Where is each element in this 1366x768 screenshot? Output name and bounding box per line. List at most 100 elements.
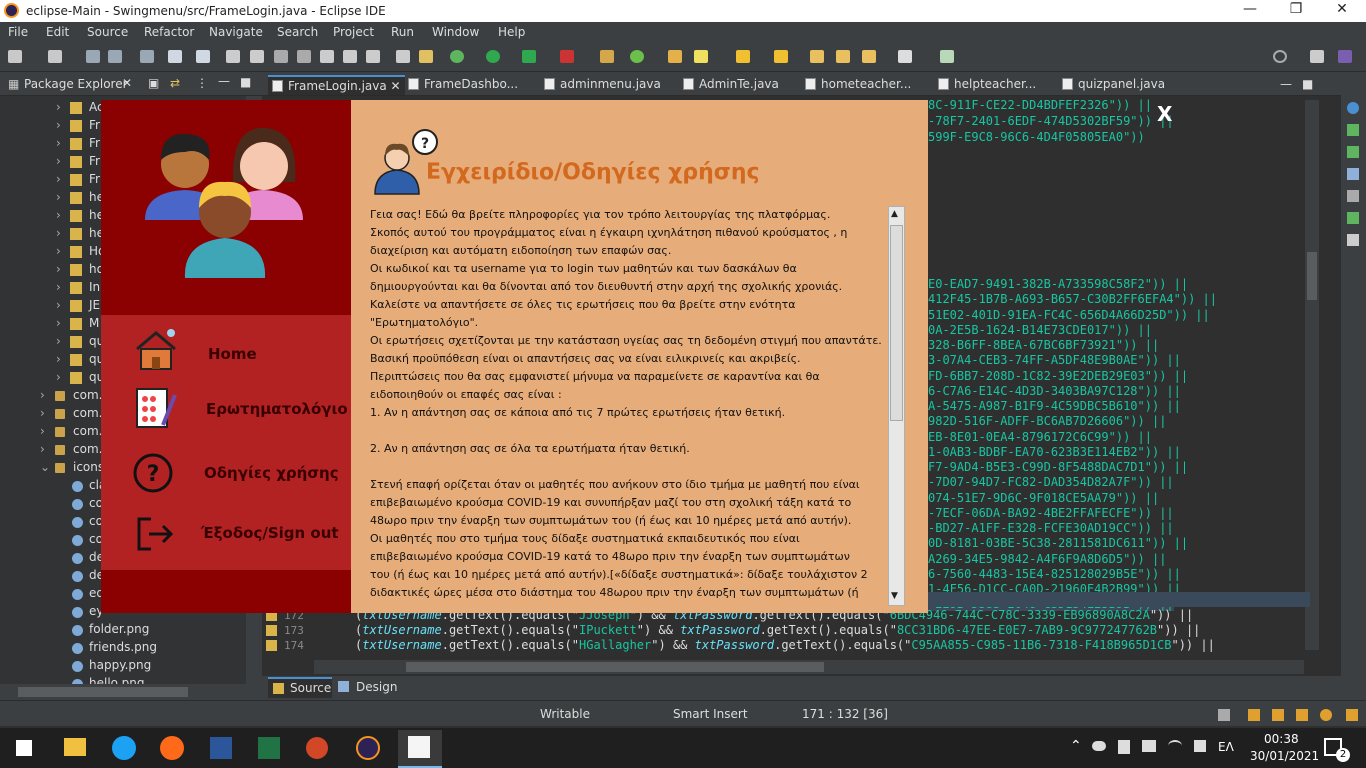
expand-arrow-icon[interactable]: ›: [56, 316, 61, 330]
minimize-view-icon[interactable]: —: [218, 74, 230, 88]
code-line[interactable]: A269-34E5-9842-A4F6F9A8D6D5")) ||: [928, 552, 1166, 566]
suspend-icon[interactable]: [250, 50, 264, 63]
powerpoint-icon[interactable]: [306, 737, 328, 759]
print-icon[interactable]: [140, 50, 154, 63]
tree-item[interactable]: Fr: [89, 136, 100, 150]
tree-icons-folder[interactable]: icons: [73, 460, 104, 474]
step-into-icon[interactable]: [320, 50, 334, 63]
editor-maximize-icon[interactable]: ■: [1302, 77, 1313, 91]
expand-arrow-icon[interactable]: ›: [56, 154, 61, 168]
expand-arrow-icon[interactable]: ›: [56, 280, 61, 294]
edge-icon[interactable]: [112, 736, 136, 760]
collapse-arrow-icon[interactable]: ⌄: [40, 460, 50, 474]
tab-hometeacher[interactable]: hometeacher...: [805, 77, 911, 91]
code-line[interactable]: 6-C7A6-E14C-4D3D-3403BA97C128")) ||: [928, 384, 1181, 398]
editor-minimize-icon[interactable]: —: [1280, 77, 1292, 91]
tree-item[interactable]: Fr: [89, 172, 100, 186]
scrollbar-thumb[interactable]: [1307, 252, 1317, 300]
tab-adminmenu[interactable]: adminmenu.java: [544, 77, 661, 91]
resume-icon[interactable]: [226, 50, 240, 63]
tab-helpteacher[interactable]: helpteacher...: [938, 77, 1036, 91]
debug-icon[interactable]: [450, 50, 464, 63]
code-line[interactable]: 51E02-401D-91EA-FC4C-656D4A66D25D")) ||: [928, 308, 1210, 322]
tree-item[interactable]: Fr: [89, 118, 100, 132]
menu-edit[interactable]: Edit: [46, 25, 69, 39]
tree-item[interactable]: Fr: [89, 154, 100, 168]
firefox-icon[interactable]: [160, 736, 184, 760]
console-view-icon[interactable]: [1347, 212, 1359, 224]
expand-arrow-icon[interactable]: ›: [40, 388, 45, 402]
code-line[interactable]: 3-07A4-CEB3-74FF-A5DF48E9B0AE")) ||: [928, 353, 1181, 367]
drop-frame-icon[interactable]: [396, 50, 410, 63]
code-line[interactable]: 0D-8181-03BE-5C38-2811581DC611")) ||: [928, 536, 1188, 550]
forward-arrow-icon[interactable]: [898, 50, 912, 63]
forward-icon[interactable]: [862, 50, 876, 63]
help-icon[interactable]: [1320, 709, 1332, 721]
code-line[interactable]: -7D07-94D7-FC82-DAD354D82A7F")) ||: [928, 475, 1174, 489]
menu-search[interactable]: Search: [277, 25, 318, 39]
expand-arrow-icon[interactable]: ›: [56, 208, 61, 222]
scrollbar-thumb[interactable]: [890, 225, 903, 421]
maximize-view-icon[interactable]: ■: [240, 75, 251, 89]
wifi-icon[interactable]: [1168, 740, 1182, 752]
console-icon[interactable]: [196, 50, 210, 63]
editor-vertical-scrollbar[interactable]: [1305, 100, 1319, 650]
menu-source[interactable]: Source: [87, 25, 128, 39]
tree-item[interactable]: M: [89, 316, 99, 330]
menu-home[interactable]: Home: [208, 345, 257, 363]
java-perspective-icon[interactable]: [1338, 50, 1352, 63]
code-line[interactable]: 0A-2E5B-1624-B14E73CDE017")) ||: [928, 323, 1152, 337]
expand-arrow-icon[interactable]: ›: [56, 100, 61, 114]
tab-source[interactable]: Source: [268, 677, 332, 698]
tab-adminte[interactable]: AdminTe.java: [683, 77, 779, 91]
menu-help[interactable]: Help: [498, 25, 525, 39]
progress-icon[interactable]: [1347, 234, 1359, 246]
tree-file[interactable]: friends.png: [89, 640, 157, 654]
next-annotation-icon[interactable]: [736, 50, 750, 63]
volume-icon[interactable]: [1194, 740, 1206, 752]
javadoc-icon[interactable]: [1347, 168, 1359, 180]
code-line[interactable]: (txtUsername.getText().equals("HGallaghe…: [355, 638, 1215, 652]
clock-time[interactable]: 00:38: [1264, 732, 1299, 746]
code-line[interactable]: -78F7-2401-6EDF-474D5302BF59")) ||: [928, 114, 1174, 128]
last-edit-icon[interactable]: [810, 50, 824, 63]
menu-instructions[interactable]: Οδηγίες χρήσης: [204, 464, 339, 482]
scroll-up-icon[interactable]: ▲: [891, 209, 898, 219]
expand-arrow-icon[interactable]: ›: [56, 118, 61, 132]
new-package-icon[interactable]: [48, 50, 62, 63]
close-view-icon[interactable]: ✕: [122, 76, 132, 90]
disconnect-icon[interactable]: [297, 50, 311, 63]
open-console-icon[interactable]: [940, 50, 954, 63]
code-line[interactable]: 1-0AB3-BDBF-EA70-623B3E114EB2")) ||: [928, 445, 1181, 459]
expand-arrow-icon[interactable]: ›: [56, 352, 61, 366]
menu-sign-out[interactable]: Έξοδος/Sign out: [201, 524, 339, 542]
save-icon[interactable]: [86, 50, 100, 63]
close-tab-icon[interactable]: ✕: [391, 79, 401, 93]
windows-start-icon[interactable]: [16, 740, 32, 756]
file-explorer-icon[interactable]: [64, 738, 86, 756]
expand-arrow-icon[interactable]: ›: [56, 334, 61, 348]
new-class-icon[interactable]: [630, 50, 644, 63]
menu-refactor[interactable]: Refactor: [144, 25, 194, 39]
instructions-text-area[interactable]: Γεια σας! Εδώ θα βρείτε πληροφορίες για …: [370, 206, 906, 606]
tree-package[interactable]: com.: [73, 442, 102, 456]
usb-icon[interactable]: [1118, 740, 1130, 754]
problems-icon[interactable]: [1347, 146, 1359, 158]
expand-arrow-icon[interactable]: ›: [56, 262, 61, 276]
code-line[interactable]: -7ECF-06DA-BA92-4BE2FFAFECFE")) ||: [928, 506, 1174, 520]
expand-arrow-icon[interactable]: ›: [56, 136, 61, 150]
scrollbar-thumb[interactable]: [18, 687, 188, 697]
external-tools-icon[interactable]: [560, 50, 574, 63]
outline-icon[interactable]: [1347, 102, 1359, 114]
code-line[interactable]: 982D-516F-ADFF-BC6AB7D26606")) ||: [928, 414, 1166, 428]
code-line[interactable]: E0-EAD7-9491-382B-A733598C58F2")) ||: [928, 277, 1188, 291]
tree-item[interactable]: In: [89, 280, 100, 294]
expand-arrow-icon[interactable]: ›: [40, 406, 45, 420]
step-return-icon[interactable]: [366, 50, 380, 63]
code-line[interactable]: EB-8E01-0EA4-8796172C6C99")) ||: [928, 430, 1152, 444]
expand-arrow-icon[interactable]: ›: [40, 424, 45, 438]
close-dialog-button[interactable]: X: [1157, 102, 1172, 126]
eclipse-taskbar-icon[interactable]: [356, 736, 380, 760]
menu-navigate[interactable]: Navigate: [209, 25, 263, 39]
menu-window[interactable]: Window: [432, 25, 479, 39]
